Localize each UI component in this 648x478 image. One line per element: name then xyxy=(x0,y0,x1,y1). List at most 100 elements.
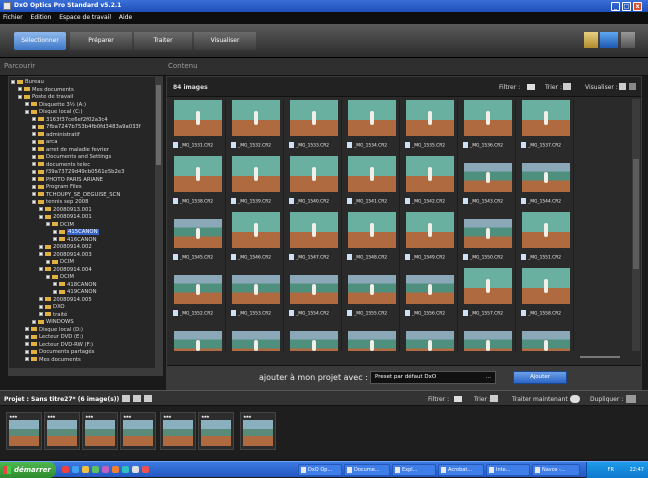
expand-toggle-icon[interactable] xyxy=(18,87,22,91)
close-button[interactable]: x xyxy=(633,2,642,11)
tab-prepare[interactable]: Préparer xyxy=(70,32,132,50)
expand-toggle-icon[interactable] xyxy=(32,132,36,136)
rating-stars[interactable]: ★★★ xyxy=(47,414,56,419)
expand-toggle-icon[interactable] xyxy=(32,139,36,144)
image-thumbnail[interactable]: _MG_1531.CR2 xyxy=(170,99,226,155)
image-thumbnail[interactable]: _MG_1536.CR2 xyxy=(460,99,516,155)
expand-toggle-icon[interactable] xyxy=(53,229,57,234)
monitor-icon[interactable] xyxy=(600,32,618,48)
tree-item[interactable]: arca xyxy=(11,139,162,147)
image-thumbnail[interactable] xyxy=(344,323,400,351)
tree-item[interactable]: DCIM xyxy=(11,274,162,282)
taskbar-task[interactable]: Navos -... xyxy=(532,464,580,476)
tree-item[interactable]: 20080914.004 xyxy=(11,267,162,275)
preset-select[interactable]: Preset par défaut DxO ... xyxy=(370,371,496,384)
view-grid-icon[interactable] xyxy=(619,83,626,90)
tree-item[interactable]: documents telec xyxy=(11,162,162,170)
expand-toggle-icon[interactable] xyxy=(25,357,29,361)
expand-toggle-icon[interactable] xyxy=(53,237,57,241)
project-icon-3[interactable] xyxy=(144,395,152,402)
expand-toggle-icon[interactable] xyxy=(46,274,50,279)
expand-toggle-icon[interactable] xyxy=(25,327,29,331)
duplicate-icon[interactable] xyxy=(626,395,636,403)
expand-toggle-icon[interactable] xyxy=(39,207,43,211)
taskbar-task[interactable]: Expl... xyxy=(392,464,436,476)
tree-item[interactable]: 20080914.003 xyxy=(11,252,162,260)
quicklaunch-icon-4[interactable] xyxy=(92,466,99,473)
process-now-icon[interactable] xyxy=(570,395,580,403)
tree-item[interactable]: Mes documents xyxy=(11,357,162,365)
image-thumbnail[interactable]: _MG_1534.CR2 xyxy=(344,99,400,155)
rating-stars[interactable]: ★★★ xyxy=(163,414,172,419)
tree-item[interactable]: Documents and Settings xyxy=(11,154,162,162)
expand-toggle-icon[interactable] xyxy=(46,259,50,264)
image-thumbnail[interactable] xyxy=(286,323,342,351)
start-button[interactable]: démarrer xyxy=(0,462,56,478)
image-thumbnail[interactable]: _MG_1532.CR2 xyxy=(228,99,284,155)
quicklaunch-icon-6[interactable] xyxy=(112,466,119,473)
image-thumbnail[interactable]: _MG_1558.CR2 xyxy=(518,267,574,323)
expand-toggle-icon[interactable] xyxy=(53,282,57,286)
tree-item[interactable]: 416CANON xyxy=(11,237,162,245)
tree-item[interactable]: 20080913.001 xyxy=(11,207,162,215)
lightbox-icon[interactable] xyxy=(584,32,598,48)
rating-stars[interactable]: ★★★ xyxy=(9,414,18,419)
tree-item[interactable]: 20080914.005 xyxy=(11,297,162,305)
expand-toggle-icon[interactable] xyxy=(25,342,29,346)
project-thumbnail[interactable]: ★★★ xyxy=(44,412,80,450)
expand-toggle-icon[interactable] xyxy=(25,334,29,339)
image-thumbnail[interactable]: _MG_1539.CR2 xyxy=(228,155,284,211)
tree-item[interactable]: 20080914.001 xyxy=(11,214,162,222)
quicklaunch-icon-1[interactable] xyxy=(62,466,69,473)
tree-item[interactable]: Disque local (C:) xyxy=(11,109,162,117)
expand-toggle-icon[interactable] xyxy=(32,117,36,121)
expand-toggle-icon[interactable] xyxy=(32,192,36,196)
project-thumbnail[interactable]: ★★★ xyxy=(6,412,42,450)
expand-toggle-icon[interactable] xyxy=(25,349,29,354)
language-indicator[interactable]: FR xyxy=(608,467,614,473)
image-thumbnail[interactable]: _MG_1538.CR2 xyxy=(170,155,226,211)
image-thumbnail[interactable]: _MG_1554.CR2 xyxy=(286,267,342,323)
expand-toggle-icon[interactable] xyxy=(39,297,43,301)
image-thumbnail[interactable] xyxy=(402,323,458,351)
expand-toggle-icon[interactable] xyxy=(53,289,57,294)
image-thumbnail[interactable]: _MG_1533.CR2 xyxy=(286,99,342,155)
image-thumbnail[interactable]: _MG_1555.CR2 xyxy=(344,267,400,323)
tree-item[interactable]: 20080914.002 xyxy=(11,244,162,252)
taskbar-task[interactable]: Acrobat... xyxy=(438,464,484,476)
tab-view[interactable]: Visualiser xyxy=(194,32,256,50)
add-button[interactable]: Ajouter xyxy=(513,371,567,384)
tree-item[interactable]: PHOTO PARIS ARIANE xyxy=(11,177,162,185)
tree-item[interactable]: DXO xyxy=(11,304,162,312)
tree-item[interactable]: Mes documents xyxy=(11,87,162,95)
project-thumbnail[interactable]: ★★★ xyxy=(240,412,276,450)
expand-toggle-icon[interactable] xyxy=(32,184,36,189)
taskbar-task[interactable]: Inte... xyxy=(486,464,530,476)
expand-toggle-icon[interactable] xyxy=(39,312,43,316)
tree-item[interactable]: 419CANON xyxy=(11,289,162,297)
image-thumbnail[interactable]: _MG_1535.CR2 xyxy=(402,99,458,155)
expand-toggle-icon[interactable] xyxy=(32,124,36,129)
image-thumbnail[interactable]: _MG_1540.CR2 xyxy=(286,155,342,211)
tree-item[interactable]: f39a73729d49cb0561e5b2e3 xyxy=(11,169,162,177)
tree-item[interactable]: traité xyxy=(11,312,162,320)
tree-item[interactable]: Lecteur DVD-RW (F:) xyxy=(11,342,162,350)
tree-item[interactable]: administratif xyxy=(11,132,162,140)
rating-stars[interactable]: ★★★ xyxy=(201,414,210,419)
image-thumbnail[interactable]: _MG_1537.CR2 xyxy=(518,99,574,155)
expand-toggle-icon[interactable] xyxy=(32,199,36,204)
image-thumbnail[interactable]: _MG_1542.CR2 xyxy=(402,155,458,211)
fullscreen-icon[interactable] xyxy=(621,32,635,48)
quicklaunch-icon-3[interactable] xyxy=(82,466,89,473)
preset-more[interactable]: ... xyxy=(486,372,491,383)
expand-toggle-icon[interactable] xyxy=(11,79,15,84)
expand-toggle-icon[interactable] xyxy=(18,94,22,99)
maximize-button[interactable]: □ xyxy=(622,2,631,11)
expand-toggle-icon[interactable] xyxy=(39,304,43,309)
tree-item[interactable]: Disquette 3½ (A:) xyxy=(11,102,162,110)
tree-item[interactable]: DCIM xyxy=(11,259,162,267)
tree-item[interactable]: Lecteur DVD (E:) xyxy=(11,334,162,342)
expand-toggle-icon[interactable] xyxy=(32,154,36,159)
rating-stars[interactable]: ★★★ xyxy=(243,414,252,419)
grid-scrollbar[interactable] xyxy=(632,99,640,351)
